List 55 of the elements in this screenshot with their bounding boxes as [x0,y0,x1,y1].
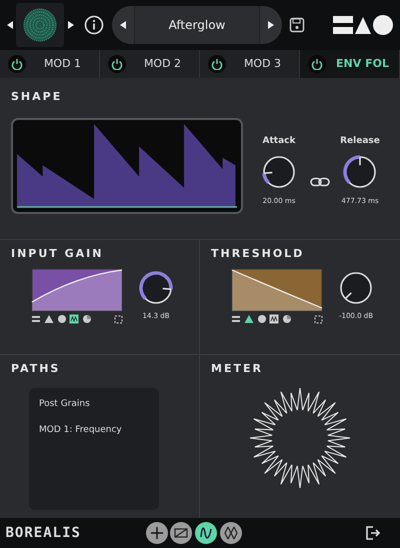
mode-wave-button[interactable] [195,522,217,544]
section-title: METER [211,360,264,376]
preset-name: Afterglow [134,6,260,44]
knob-label: Attack [262,135,296,148]
info-icon[interactable] [84,15,104,35]
knob[interactable] [261,154,297,190]
exit-icon[interactable] [364,525,380,541]
section-title: THRESHOLD [211,246,306,262]
caret-icon[interactable] [267,20,275,30]
mode-plus-button[interactable] [146,522,168,544]
cross-icon[interactable] [224,526,238,540]
section-title: INPUT GAIN [11,246,104,262]
previous-arrow-icon[interactable] [6,20,14,30]
path-item[interactable]: MOD 1: Frequency [39,424,149,437]
power-icon[interactable] [111,58,123,70]
plus-icon[interactable] [150,526,164,540]
shape-wave-icon[interactable] [269,314,280,324]
ramp-icon[interactable] [174,526,188,540]
mode-cross-button[interactable] [220,522,242,544]
power-icon[interactable] [311,58,323,70]
knob-label: Release [340,135,380,148]
path-item[interactable]: Post Grains [39,398,149,412]
mode-ramp-button[interactable] [170,522,192,544]
curve-graph[interactable] [31,268,123,312]
section-title: PATHS [11,360,62,376]
power-icon[interactable] [211,58,223,70]
knob[interactable] [338,270,374,306]
knob[interactable] [138,270,174,306]
module-tab[interactable]: ENV FOL [300,50,400,78]
knob[interactable] [342,154,378,190]
power-icon[interactable] [11,58,23,70]
brand-logo: BOREALIS [6,524,82,542]
section-title: SHAPE [11,89,64,105]
shape-lines-icon[interactable] [231,314,241,324]
curve-graph[interactable] [231,268,323,312]
module-tab[interactable]: MOD 1 [0,50,100,78]
module-tab[interactable]: MOD 2 [100,50,200,78]
next-arrow-icon[interactable] [67,20,75,30]
shape-half-icon[interactable] [282,314,292,324]
link-icon[interactable] [310,177,330,187]
shape-circle-icon[interactable] [56,314,66,324]
save-icon[interactable] [288,17,305,33]
expand-icon[interactable] [314,314,323,324]
shape-triangle-icon[interactable] [244,314,254,324]
shape-wave-icon[interactable] [69,314,80,324]
module-tab[interactable]: MOD 3 [200,50,300,78]
shape-circle-icon[interactable] [256,314,266,324]
caret-icon[interactable] [119,20,127,30]
wave-icon[interactable] [199,526,213,540]
shape-half-icon[interactable] [82,314,92,324]
shape-lines-icon[interactable] [31,314,41,324]
shape-triangle-icon[interactable] [44,314,54,324]
logo-icon [332,14,394,36]
preset-selector[interactable]: Afterglow [112,6,282,44]
expand-icon[interactable] [114,314,123,324]
